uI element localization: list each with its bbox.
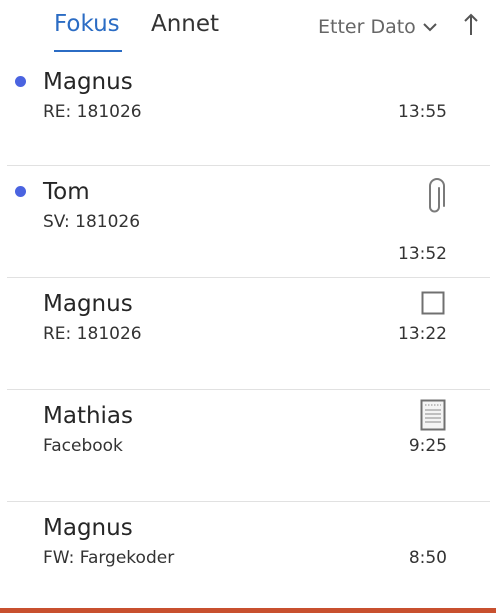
- message-sender: Magnus: [43, 69, 133, 95]
- message-item[interactable]: Magnus RE: 181026 13:22: [0, 278, 496, 390]
- paperclip-icon: [424, 178, 446, 220]
- message-time: 13:52: [398, 244, 447, 264]
- tab-annet[interactable]: Annet: [151, 9, 219, 39]
- note-icon: [420, 399, 446, 435]
- message-subject: RE: 181026: [43, 102, 142, 122]
- message-time: 13:22: [398, 324, 447, 344]
- message-time: 9:25: [408, 436, 447, 456]
- unread-indicator: [15, 186, 26, 197]
- message-list: Magnus RE: 181026 13:55 Tom SV: 181026 1…: [0, 56, 496, 613]
- mail-list-pane: Fokus Annet Etter Dato Magnus RE: 181026…: [0, 0, 496, 613]
- active-tab-indicator: [54, 50, 122, 52]
- unread-indicator: [15, 76, 26, 87]
- message-sender: Magnus: [43, 291, 133, 317]
- message-time: 8:50: [408, 548, 447, 568]
- sort-direction-button[interactable]: [459, 11, 483, 41]
- flag-square-icon[interactable]: [421, 291, 445, 319]
- message-subject: RE: 181026: [43, 324, 142, 344]
- message-time: 13:55: [398, 102, 447, 122]
- bottom-accent-bar: [0, 608, 496, 613]
- inbox-tabs: Fokus Annet Etter Dato: [0, 0, 496, 60]
- message-item[interactable]: Mathias Facebook 9:25: [0, 390, 496, 502]
- arrow-up-icon: [463, 12, 479, 40]
- message-item[interactable]: Tom SV: 181026 13:52: [0, 166, 496, 278]
- tab-fokus[interactable]: Fokus: [54, 9, 120, 39]
- message-subject: FW: Fargekoder: [43, 548, 175, 568]
- sort-by-dropdown[interactable]: Etter Dato: [318, 13, 438, 41]
- message-sender: Tom: [43, 179, 90, 205]
- message-item[interactable]: Magnus RE: 181026 13:55: [0, 56, 496, 166]
- chevron-down-icon: [422, 22, 438, 32]
- message-sender: Mathias: [43, 403, 134, 429]
- message-sender: Magnus: [43, 515, 133, 541]
- message-subject: SV: 181026: [43, 212, 141, 232]
- sort-by-label: Etter Dato: [318, 16, 416, 38]
- message-item[interactable]: Magnus FW: Fargekoder 8:50: [0, 502, 496, 613]
- message-subject: Facebook: [43, 436, 123, 456]
